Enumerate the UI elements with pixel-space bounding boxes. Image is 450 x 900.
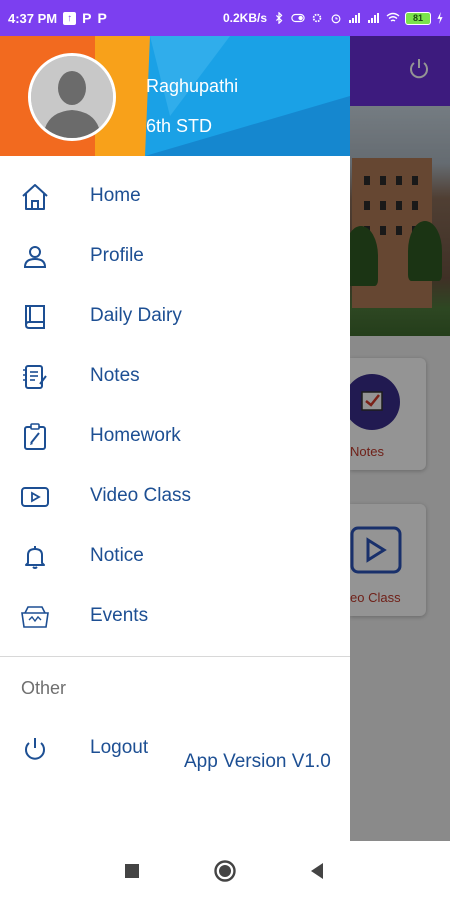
toggle-icon bbox=[291, 13, 305, 23]
logout-label: Logout bbox=[90, 737, 149, 758]
events-icon bbox=[19, 602, 51, 632]
clipboard-icon bbox=[19, 422, 51, 452]
menu-item-events[interactable]: Events bbox=[0, 587, 350, 647]
home-icon bbox=[19, 182, 51, 212]
triangle-back-icon bbox=[311, 863, 323, 879]
avatar-placeholder-icon bbox=[31, 56, 113, 138]
video-play-icon bbox=[19, 482, 51, 512]
menu-item-label: Daily Dairy bbox=[90, 305, 182, 326]
book-icon bbox=[19, 302, 51, 332]
status-time: 4:37 PM bbox=[8, 10, 58, 26]
section-header-other: Other bbox=[21, 678, 67, 698]
avatar[interactable] bbox=[28, 53, 116, 141]
user-name: Raghupathi bbox=[146, 76, 239, 96]
system-navigation-bar bbox=[0, 841, 450, 900]
network-speed: 0.2KB/s bbox=[222, 11, 267, 25]
home-button[interactable] bbox=[212, 858, 238, 884]
menu-item-label: Notice bbox=[90, 545, 144, 566]
status-bar: 4:37 PM ↑ P P 0.2KB/s 81 bbox=[0, 0, 450, 36]
user-class: 6th STD bbox=[146, 116, 213, 136]
wifi-icon bbox=[386, 12, 400, 22]
menu-item-label: Home bbox=[90, 185, 141, 206]
square-icon bbox=[125, 864, 139, 878]
upload-icon: ↑ bbox=[63, 11, 77, 25]
power-icon bbox=[19, 734, 51, 764]
person-icon bbox=[19, 242, 51, 272]
menu-divider bbox=[0, 656, 350, 657]
menu-item-label: Events bbox=[90, 605, 149, 626]
navigation-drawer: Raghupathi 6th STD Home Profile Daily Da… bbox=[0, 36, 350, 841]
drawer-header: Raghupathi 6th STD bbox=[0, 36, 350, 156]
recents-button[interactable] bbox=[119, 858, 145, 884]
signal-icon bbox=[349, 13, 360, 23]
menu-item-notes[interactable]: Notes bbox=[0, 347, 350, 407]
menu-item-label: Profile bbox=[90, 245, 144, 266]
bluetooth-icon bbox=[276, 12, 283, 24]
menu-item-notice[interactable]: Notice bbox=[0, 527, 350, 587]
battery-icon: 81 bbox=[405, 11, 431, 25]
menu-item-daily-dairy[interactable]: Daily Dairy bbox=[0, 287, 350, 347]
drawer-menu: Home Profile Daily Dairy Notes Homework bbox=[0, 167, 350, 647]
back-button[interactable] bbox=[304, 858, 330, 884]
menu-item-label: Notes bbox=[90, 365, 140, 386]
settings-gear-icon bbox=[312, 13, 322, 23]
menu-item-video-class[interactable]: Video Class bbox=[0, 467, 350, 527]
menu-item-home[interactable]: Home bbox=[0, 167, 350, 227]
app-version: App Version V1.0 bbox=[184, 751, 331, 772]
menu-item-label: Homework bbox=[90, 425, 181, 446]
bell-icon bbox=[19, 542, 51, 572]
charging-icon bbox=[437, 12, 443, 24]
menu-item-label: Video Class bbox=[90, 485, 192, 506]
paytm-p-icon: P bbox=[82, 10, 92, 26]
signal-icon bbox=[368, 13, 379, 23]
drawer-scrim[interactable] bbox=[350, 36, 450, 841]
paytm-p-icon: P bbox=[97, 10, 107, 26]
menu-item-homework[interactable]: Homework bbox=[0, 407, 350, 467]
menu-item-profile[interactable]: Profile bbox=[0, 227, 350, 287]
circle-icon bbox=[214, 860, 236, 882]
notes-icon bbox=[19, 362, 51, 392]
alarm-icon bbox=[331, 14, 341, 24]
